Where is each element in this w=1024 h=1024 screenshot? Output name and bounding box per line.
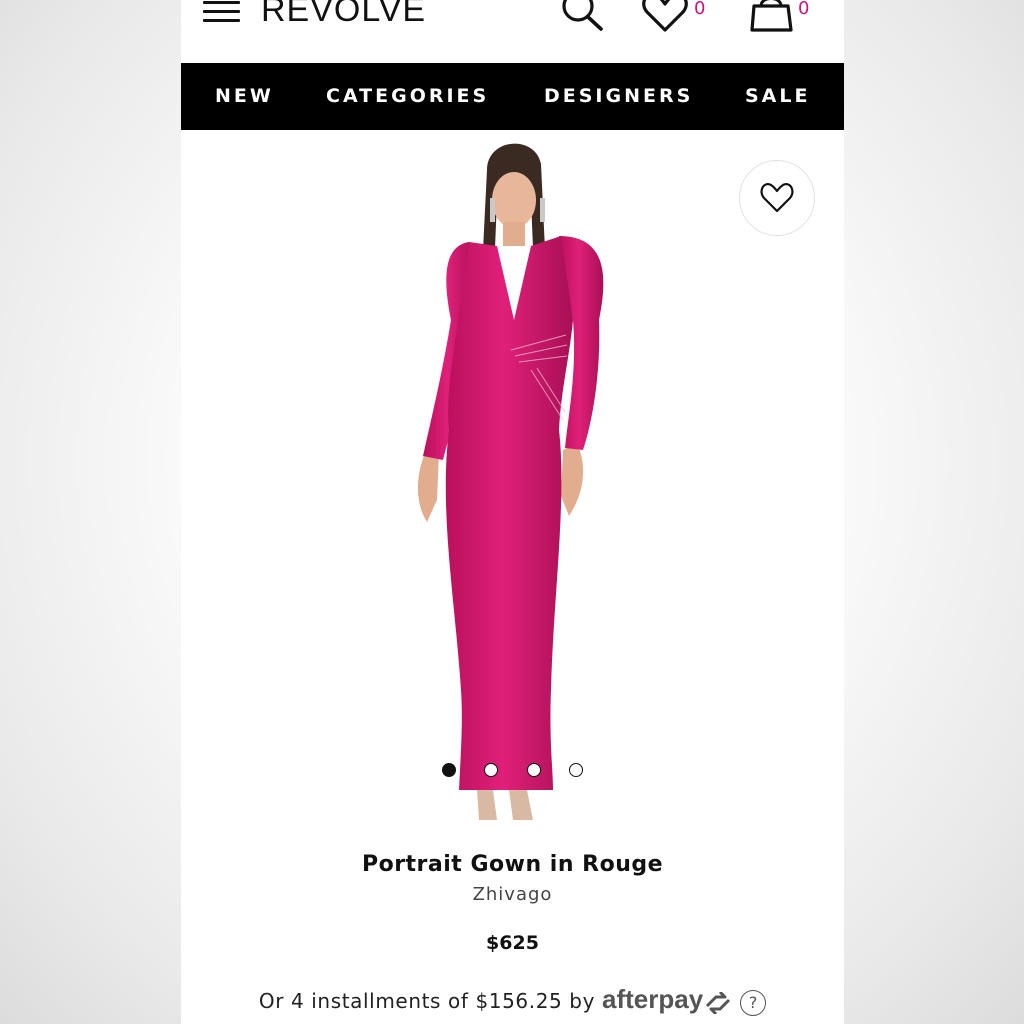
product-title: Portrait Gown in Rouge: [361, 852, 664, 877]
nav-item-designers[interactable]: DESIGNERS: [544, 63, 693, 130]
menu-icon[interactable]: [203, 0, 241, 24]
carousel-dot-1[interactable]: [442, 763, 456, 777]
heart-icon[interactable]: [641, 0, 691, 34]
installments-info: Or 4 installments of $156.25 by afterpay…: [181, 984, 844, 1018]
category-nav: NEW CATEGORIES DESIGNERS SALE: [181, 63, 844, 130]
product-designer[interactable]: Zhivago: [181, 884, 844, 905]
search-icon[interactable]: [559, 0, 607, 32]
header: REVOLVE 0 0: [181, 0, 844, 63]
cart-count-badge: 0: [798, 0, 810, 19]
nav-item-new[interactable]: NEW: [215, 63, 274, 130]
app-screen: REVOLVE 0 0 NEW CATEGORIES DESIGNERS SAL…: [181, 0, 844, 1024]
nav-item-categories[interactable]: CATEGORIES: [326, 63, 489, 130]
product-image[interactable]: [181, 130, 844, 835]
afterpay-arrows-icon: [706, 990, 731, 1015]
help-icon[interactable]: ?: [740, 989, 767, 1016]
shopping-bag-icon[interactable]: [749, 0, 795, 34]
wishlist-count-badge: 0: [694, 0, 706, 19]
afterpay-logo: afterpay: [602, 984, 704, 1014]
image-carousel-dots: [181, 763, 844, 779]
heart-icon: [760, 183, 794, 213]
installments-text: Or 4 installments of $156.25 by: [258, 989, 596, 1013]
product-price: $625: [486, 932, 539, 954]
carousel-dot-3[interactable]: [527, 763, 541, 777]
nav-item-sale[interactable]: SALE: [745, 63, 810, 130]
logo[interactable]: REVOLVE: [261, 0, 426, 34]
carousel-dot-2[interactable]: [484, 763, 498, 777]
model-illustration: [417, 143, 604, 820]
add-to-wishlist-button[interactable]: [739, 160, 815, 236]
carousel-dot-4[interactable]: [569, 763, 583, 777]
